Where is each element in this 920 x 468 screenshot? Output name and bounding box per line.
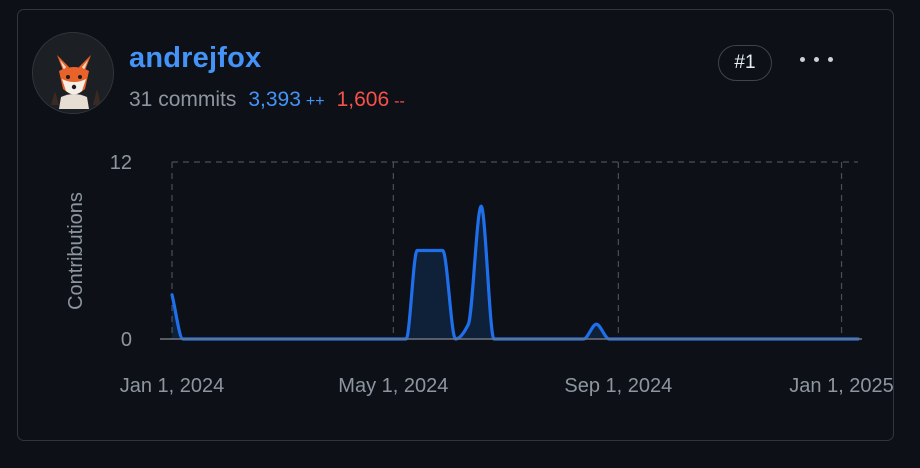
contributions-line (170, 204, 860, 341)
chart-grid (171, 161, 858, 339)
y-tick-label: 12 (110, 152, 132, 174)
x-tick-label: Jan 1, 2024 (120, 375, 225, 397)
x-tick-label: Sep 1, 2024 (564, 375, 672, 397)
contributions-area (172, 206, 858, 339)
x-tick-label: May 1, 2024 (338, 375, 448, 397)
y-tick-label: 0 (121, 329, 132, 351)
x-tick-label: Jan 1, 2025 (789, 375, 894, 397)
contributions-chart: Contributions Jan 1, 2024 May 1, 2024 Sep … (65, 152, 894, 397)
y-axis-label: Contributions (65, 192, 87, 310)
chart-labels: Jan 1, 2024 May 1, 2024 Sep 1, 2024 Jan 1, … (110, 152, 894, 397)
